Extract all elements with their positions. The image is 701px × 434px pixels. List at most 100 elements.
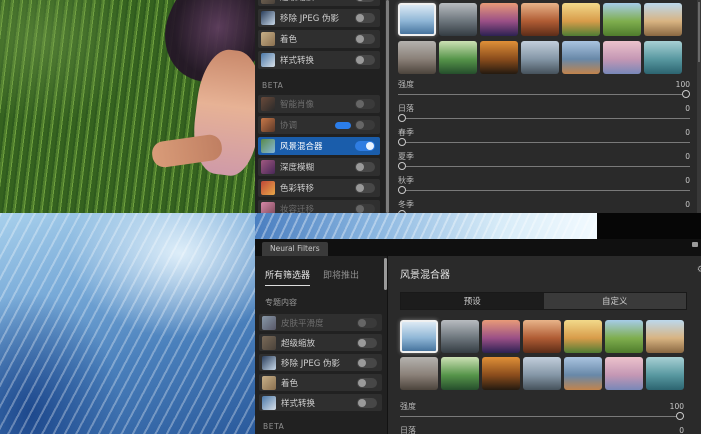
preset-thumbnail-green-meadow[interactable] — [605, 320, 643, 353]
preset-thumbnail-beach-cliffs[interactable] — [646, 320, 684, 353]
toggle-switch[interactable] — [357, 337, 377, 348]
preset-thumbnail-desert-buttes[interactable] — [398, 41, 436, 74]
preset-thumbnail-yosemite-valley[interactable] — [562, 41, 600, 74]
beta-section-label: BETA — [262, 81, 284, 90]
preset-thumbnail-pink-mist-lake[interactable] — [605, 357, 643, 390]
preset-thumbnail-autumn-reflection[interactable] — [480, 41, 518, 74]
filter-row[interactable]: 着色 — [258, 30, 380, 48]
preset-thumbnail-snowy-peak[interactable] — [523, 357, 561, 390]
preset-thumbnail-desert-buttes[interactable] — [400, 357, 438, 390]
toggle-switch[interactable] — [355, 120, 375, 130]
slider-track[interactable] — [398, 114, 690, 122]
list-scrollbar-thumb[interactable] — [384, 258, 387, 290]
tab-all-filters[interactable]: 所有筛选器 — [265, 268, 311, 286]
neural-filters-tab[interactable]: Neural Filters — [262, 242, 328, 256]
filter-row[interactable]: 色彩转移 — [258, 179, 380, 197]
filter-row[interactable]: 样式转换 — [259, 394, 382, 411]
preset-thumbnail-glacier[interactable] — [400, 320, 438, 353]
toggle-switch[interactable] — [355, 34, 375, 44]
filter-row[interactable]: 样式转换 — [258, 51, 380, 69]
toggle-knob — [356, 184, 364, 192]
preset-thumbnail-glacier[interactable] — [398, 3, 436, 36]
tab-coming-soon[interactable]: 即将推出 — [323, 268, 359, 286]
filter-row[interactable]: 移除 JPEG 伪影 — [258, 9, 380, 27]
filter-row[interactable]: 超级缩放 — [258, 0, 380, 6]
preset-thumbnail-purple-sunset-peak[interactable] — [482, 320, 520, 353]
slider-日落: 日落 0 — [400, 425, 684, 434]
preset-thumbnail-gray-mountain-lake[interactable] — [441, 320, 479, 353]
slider-track[interactable] — [398, 138, 690, 146]
filter-row[interactable]: 皮肤平滑度 — [259, 314, 382, 331]
filter-thumbnail-icon — [261, 53, 275, 67]
toggle-switch[interactable] — [355, 99, 375, 109]
preset-thumbnail-autumn-reflection[interactable] — [482, 357, 520, 390]
slider-track[interactable] — [398, 186, 690, 194]
slider-track[interactable] — [400, 412, 684, 420]
panel-options-icon[interactable]: ⚙ — [697, 265, 701, 275]
preset-thumbnail-green-meadow[interactable] — [603, 3, 641, 36]
preset-thumbnail-red-canyon[interactable] — [521, 3, 559, 36]
slider-handle[interactable] — [398, 186, 406, 194]
preset-custom-tabs: 预设 自定义 — [400, 292, 687, 310]
tab-presets[interactable]: 预设 — [401, 293, 544, 309]
toggle-switch[interactable] — [355, 183, 375, 193]
toggle-switch[interactable] — [355, 162, 375, 172]
toggle-switch[interactable] — [355, 0, 375, 2]
toggle-knob — [366, 142, 374, 150]
filter-list-tabs: 所有筛选器 即将推出 — [265, 268, 382, 286]
slider-handle[interactable] — [682, 90, 690, 98]
toggle-switch[interactable] — [357, 357, 377, 368]
slider-value: 0 — [679, 426, 684, 434]
slider-handle[interactable] — [676, 412, 684, 420]
filter-row[interactable]: 深度模糊 — [258, 158, 380, 176]
filter-row[interactable]: 移除 JPEG 伪影 — [259, 354, 382, 371]
toggle-switch[interactable] — [355, 55, 375, 65]
toggle-switch[interactable] — [355, 13, 375, 23]
filter-row[interactable]: 妆容迁移 — [258, 200, 380, 213]
panel-scrollbar-right[interactable] — [697, 0, 701, 213]
preset-thumbnail-purple-sunset-peak[interactable] — [480, 3, 518, 36]
filter-row[interactable]: 着色 — [259, 374, 382, 391]
slider-track[interactable] — [398, 162, 690, 170]
slider-强度: 强度 100 — [400, 401, 684, 420]
canvas-photo-grass-fairy — [0, 0, 255, 213]
empty-canvas-area — [597, 213, 701, 239]
toggle-knob — [356, 100, 364, 108]
preset-thumbnail-yosemite-valley[interactable] — [564, 357, 602, 390]
slider-label: 强度 — [398, 80, 414, 89]
preset-thumbnail-sunrise-field[interactable] — [562, 3, 600, 36]
toggle-knob — [356, 0, 364, 1]
slider-handle[interactable] — [398, 162, 406, 170]
filter-row[interactable]: 智能肖像 — [258, 95, 380, 113]
toggle-knob — [356, 121, 364, 129]
toggle-switch[interactable] — [355, 141, 375, 151]
window-controls-icon[interactable] — [692, 242, 698, 247]
filter-row[interactable]: 风景混合器 — [258, 137, 380, 155]
preset-thumbnail-teal-coast[interactable] — [646, 357, 684, 390]
preset-thumbnail-sunrise-field[interactable] — [564, 320, 602, 353]
preset-thumbnail-teal-coast[interactable] — [644, 41, 682, 74]
slider-track[interactable] — [398, 90, 690, 98]
slider-label: 强度 — [400, 402, 416, 411]
preset-thumbnail-pink-mist-lake[interactable] — [603, 41, 641, 74]
preset-thumbnail-beach-cliffs[interactable] — [644, 3, 682, 36]
slider-value: 100 — [675, 80, 690, 89]
toggle-switch[interactable] — [357, 377, 377, 388]
preset-thumbnail-river-valley[interactable] — [441, 357, 479, 390]
preset-thumbnail-snowy-peak[interactable] — [521, 41, 559, 74]
scrollbar-thumb[interactable] — [386, 0, 389, 213]
featured-section-label: 专题内容 — [265, 298, 297, 307]
slider-handle[interactable] — [398, 114, 406, 122]
slider-handle[interactable] — [398, 138, 406, 146]
filter-row[interactable]: 协调 — [258, 116, 380, 134]
preset-thumbnail-gray-mountain-lake[interactable] — [439, 3, 477, 36]
tab-custom[interactable]: 自定义 — [543, 293, 686, 309]
scrollbar-thumb[interactable] — [698, 2, 700, 62]
toggle-switch[interactable] — [357, 317, 377, 328]
slider-日落: 日落 0 — [398, 103, 690, 122]
preset-thumbnail-red-canyon[interactable] — [523, 320, 561, 353]
filter-row[interactable]: 超级缩放 — [259, 334, 382, 351]
toggle-switch[interactable] — [355, 204, 375, 213]
preset-thumbnail-river-valley[interactable] — [439, 41, 477, 74]
toggle-switch[interactable] — [357, 397, 377, 408]
